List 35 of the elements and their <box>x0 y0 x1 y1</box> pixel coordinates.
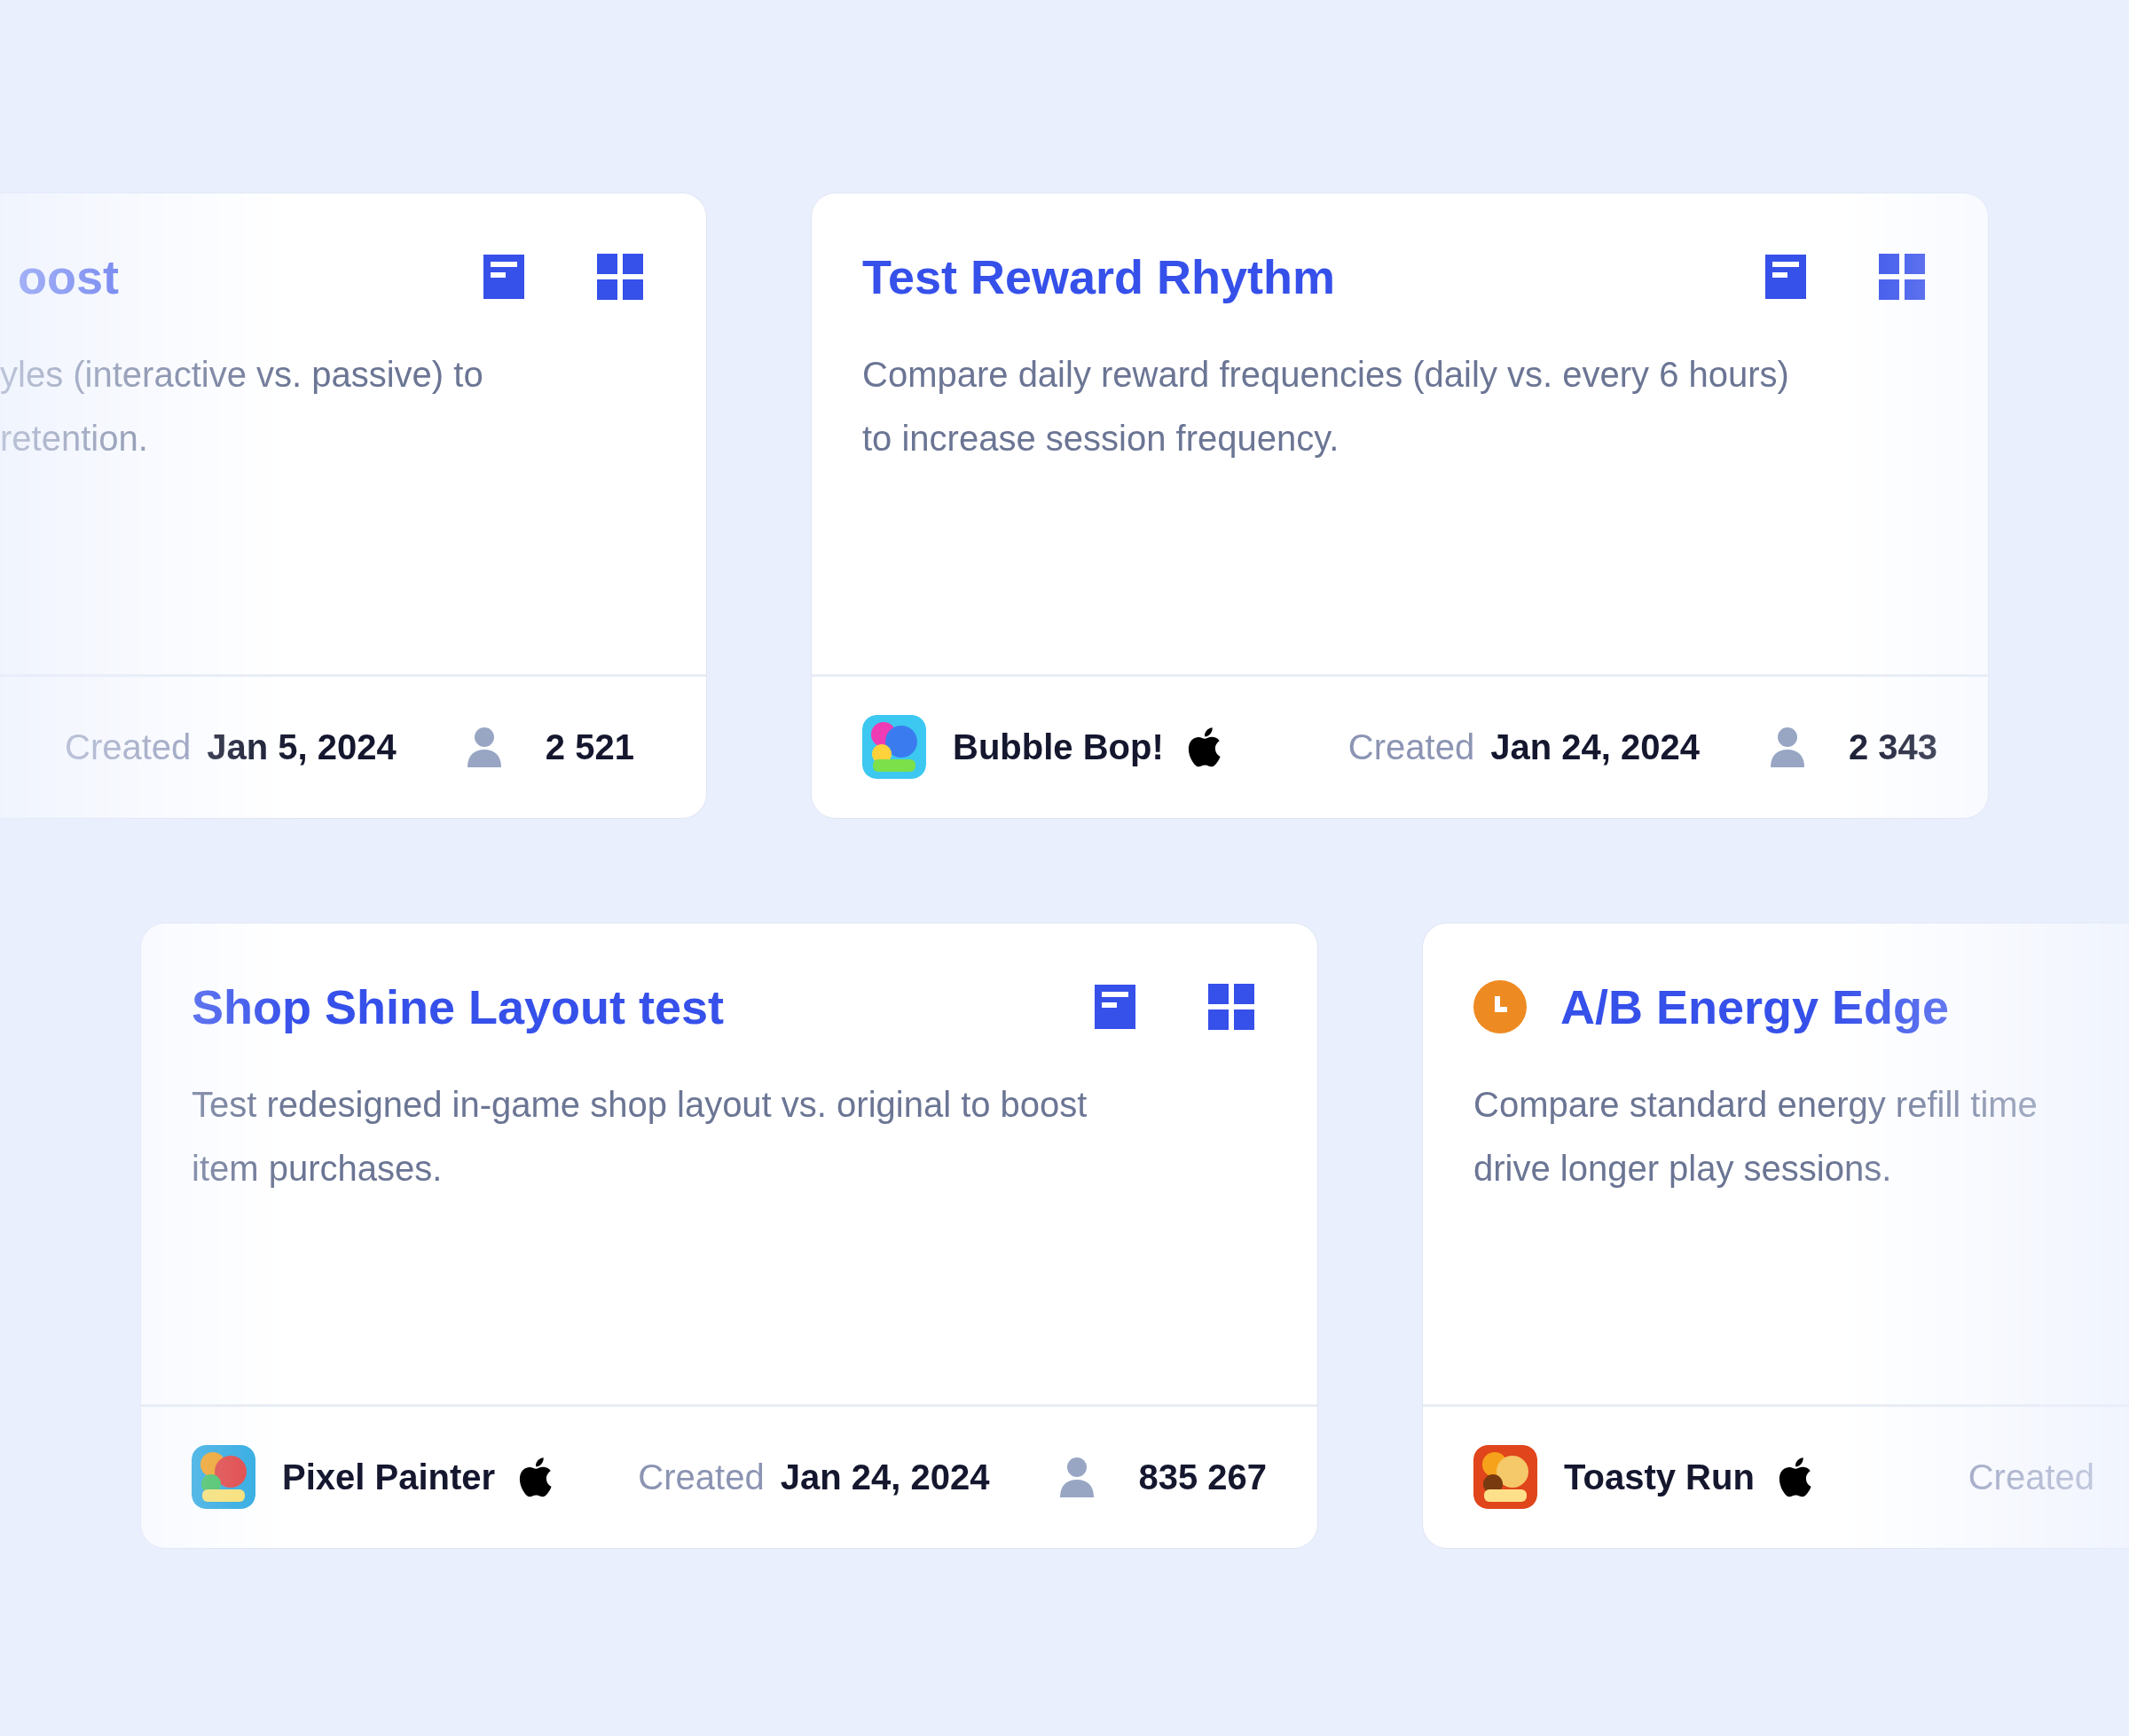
test-title: A/B Energy Edge <box>1560 978 1950 1035</box>
test-title: Shop Shine Layout test <box>192 978 725 1035</box>
user-count: 2 343 <box>1848 727 1937 769</box>
grid-icon[interactable] <box>597 254 643 300</box>
description-line: drive longer play sessions. <box>1473 1148 1893 1190</box>
clock-icon <box>1473 980 1527 1033</box>
person-icon <box>467 727 501 768</box>
description-line: Compare daily reward frequencies (daily vs. every 6 hours) <box>862 354 1790 396</box>
document-icon[interactable] <box>1095 985 1135 1029</box>
grid-icon[interactable] <box>1208 984 1254 1030</box>
document-icon[interactable] <box>483 255 524 299</box>
person-icon <box>1770 727 1804 768</box>
person-icon <box>1060 1457 1095 1498</box>
grid-icon[interactable] <box>1879 254 1925 300</box>
document-icon[interactable] <box>1765 255 1806 299</box>
created-date: Jan 24, 2024 <box>780 1457 990 1499</box>
created-date: Jan 24, 2024 <box>1490 727 1700 769</box>
app-name: Bubble Bop! <box>953 727 1164 769</box>
description-line: Compare standard energy refill time <box>1473 1084 2039 1126</box>
description-line: to increase session frequency. <box>862 418 1340 460</box>
test-title: oost <box>17 248 119 305</box>
app-name: Toasty Run <box>1564 1457 1755 1499</box>
user-count: 835 267 <box>1138 1457 1267 1499</box>
description-line: yles (interactive vs. passive) to <box>0 354 484 396</box>
app-name: Pixel Painter <box>282 1457 496 1499</box>
description-line: item purchases. <box>192 1148 444 1190</box>
created-label: Created <box>1347 727 1475 769</box>
created-label: Created <box>1968 1457 2094 1499</box>
user-count: 2 521 <box>545 727 634 769</box>
created-label: Created <box>638 1457 765 1499</box>
description-line: retention. <box>0 418 149 460</box>
description-line: Test redesigned in-game shop layout vs. original to boost <box>192 1084 1088 1126</box>
created-date: Jan 5, 2024 <box>207 727 397 769</box>
test-title: Test Reward Rhythm <box>862 248 1336 305</box>
created-label: Created <box>65 727 192 769</box>
